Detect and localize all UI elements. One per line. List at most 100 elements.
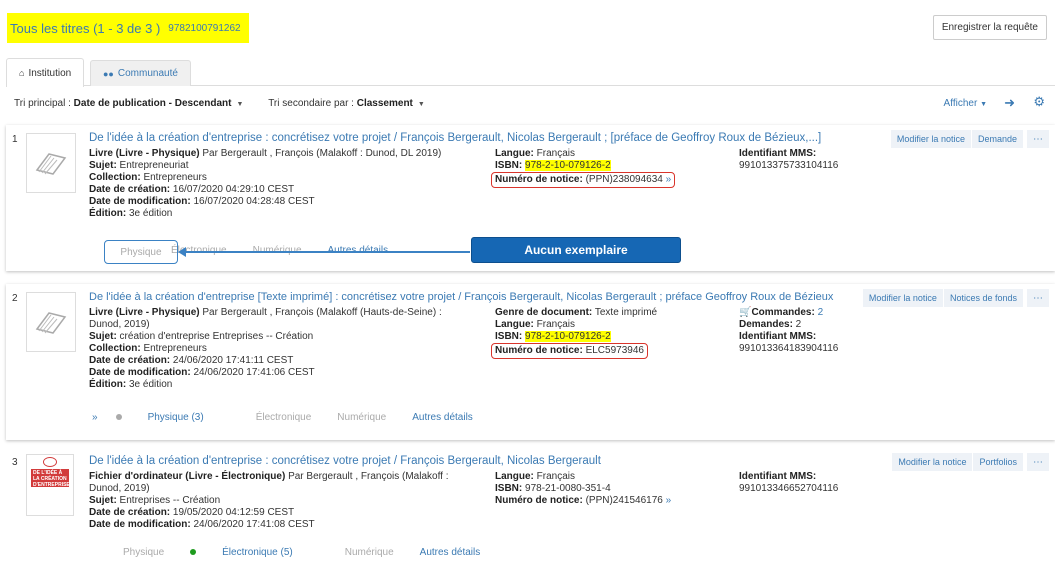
link-electronique[interactable]: Électronique (5) bbox=[190, 547, 319, 558]
commandes-link[interactable]: 2 bbox=[815, 307, 824, 318]
tab-label: Institution bbox=[28, 67, 72, 79]
users-icon: ●● bbox=[103, 68, 114, 79]
expand-icon[interactable]: » bbox=[666, 495, 672, 506]
tab-institution[interactable]: ⌂ Institution bbox=[6, 58, 85, 87]
export-icon[interactable]: ➜ bbox=[1004, 95, 1015, 111]
more-icon[interactable]: ⋯ bbox=[1027, 130, 1049, 148]
expand-icon[interactable]: » bbox=[666, 174, 672, 185]
langue-label: Langue: bbox=[495, 319, 534, 330]
langue-label: Langue: bbox=[495, 148, 534, 159]
more-icon[interactable]: ⋯ bbox=[1027, 289, 1049, 307]
chevron-down-icon[interactable]: ▼ bbox=[418, 101, 425, 108]
result-record: 2 De l'idée à la création d'entreprise [… bbox=[6, 284, 1055, 440]
tab-bar: ⌂ Institution ●● Communauté bbox=[6, 58, 1055, 87]
primary-sort-dropdown[interactable]: Date de publication - Descendant bbox=[74, 98, 232, 109]
link-numerique[interactable]: Numérique bbox=[337, 412, 386, 423]
gear-icon[interactable]: ⚙ bbox=[1033, 94, 1045, 110]
notice-label: Numéro de notice: bbox=[495, 495, 583, 506]
save-query-button[interactable]: Enregistrer la requête bbox=[932, 15, 1047, 40]
record-title-link[interactable]: De l'idée à la création d'entreprise : c… bbox=[89, 132, 821, 144]
record-details: Fichier d'ordinateur (Livre - Électroniq… bbox=[89, 471, 464, 531]
record-number: 2 bbox=[12, 293, 18, 304]
book-icon bbox=[26, 292, 76, 352]
link-physique[interactable]: Physique bbox=[123, 547, 164, 558]
record-ids: Genre de document: Texte imprimé Langue:… bbox=[491, 307, 715, 359]
edition-label: Édition: bbox=[89, 208, 127, 219]
langue-value: Français bbox=[533, 471, 576, 482]
record-number: 1 bbox=[12, 134, 18, 145]
edition-label: Édition: bbox=[89, 379, 127, 390]
mms-value: 991013346652704116 bbox=[739, 483, 839, 494]
link-physique[interactable]: Physique (3) bbox=[115, 412, 230, 423]
link-electronique[interactable]: Électronique bbox=[256, 412, 312, 423]
record-type: Livre (Livre - Physique) bbox=[89, 148, 200, 159]
chevron-down-icon: ▼ bbox=[980, 101, 987, 108]
link-autres-details[interactable]: Autres détails bbox=[412, 412, 473, 423]
link-physique[interactable]: Physique bbox=[120, 247, 161, 258]
record-details: Livre (Livre - Physique) Par Bergerault … bbox=[89, 307, 464, 391]
record-mms: Identifiant MMS: 991013375733104116 bbox=[739, 148, 899, 172]
link-autres-details[interactable]: Autres détails bbox=[420, 547, 481, 558]
edit-record-button[interactable]: Modifier la notice bbox=[892, 453, 974, 471]
page-title: Tous les titres (1 - 3 de 3 ) 9782100791… bbox=[7, 13, 249, 43]
physique-link-box[interactable]: Physique bbox=[104, 240, 178, 264]
record-actions: Modifier la notice Notices de fonds ⋯ bbox=[862, 289, 1049, 307]
demandes-label: Demandes: bbox=[739, 319, 793, 330]
creation-label: Date de création: bbox=[89, 184, 171, 195]
link-physique-label: Physique (3) bbox=[147, 412, 204, 423]
portfolios-button[interactable]: Portfolios bbox=[973, 453, 1024, 471]
record-type: Livre (Livre - Physique) bbox=[89, 307, 200, 318]
edit-record-button[interactable]: Modifier la notice bbox=[862, 289, 944, 307]
home-icon: ⌂ bbox=[19, 68, 25, 78]
record-author: Par Bergerault , François (Malakoff : Du… bbox=[199, 148, 442, 159]
genre-label: Genre de document: bbox=[495, 307, 593, 318]
chevron-down-icon[interactable]: ▼ bbox=[236, 101, 243, 108]
edit-record-button[interactable]: Modifier la notice bbox=[890, 130, 972, 148]
notice-value: (PPN)241546176 bbox=[582, 495, 663, 506]
record-mms: Identifiant MMS: 991013346652704116 bbox=[739, 471, 899, 495]
publisher-logo bbox=[43, 457, 57, 467]
afficher-dropdown[interactable]: Afficher ▼ bbox=[944, 98, 987, 109]
mms-label: Identifiant MMS: bbox=[739, 471, 817, 482]
notice-number-box: Numéro de notice: ELC5973946 bbox=[491, 343, 648, 359]
creation-label: Date de création: bbox=[89, 507, 171, 518]
arrow-left-icon bbox=[178, 247, 186, 257]
more-icon[interactable]: ⋯ bbox=[1027, 453, 1049, 471]
edition-value: 3e édition bbox=[126, 379, 173, 390]
sujet-value: création d'entreprise Entreprises -- Cré… bbox=[116, 331, 314, 342]
record-actions: Modifier la notice Demande ⋯ bbox=[890, 130, 1049, 148]
record-actions: Modifier la notice Portfolios ⋯ bbox=[892, 453, 1049, 471]
link-numerique[interactable]: Numérique bbox=[345, 547, 394, 558]
request-button[interactable]: Demande bbox=[971, 130, 1024, 148]
record-mms: 🛒Commandes: 2 Demandes: 2 Identifiant MM… bbox=[739, 307, 899, 355]
annotation-callout: Aucun exemplaire bbox=[471, 237, 681, 263]
commandes-label: Commandes: bbox=[751, 307, 815, 318]
creation-label: Date de création: bbox=[89, 355, 171, 366]
creation-value: 19/05/2020 04:12:59 CEST bbox=[170, 507, 295, 518]
mms-value: 991013364183904116 bbox=[739, 343, 839, 354]
record-ids: Langue: Français ISBN: 978-21-0080-351-4… bbox=[495, 471, 715, 507]
notice-label: Numéro de notice: bbox=[495, 345, 583, 356]
modif-value: 16/07/2020 04:28:48 CEST bbox=[190, 196, 315, 207]
inventory-links: » Physique (3) Électronique Numérique Au… bbox=[92, 412, 499, 423]
holdings-button[interactable]: Notices de fonds bbox=[943, 289, 1024, 307]
creation-value: 24/06/2020 17:41:11 CEST bbox=[170, 355, 294, 366]
notice-label: Numéro de notice: bbox=[495, 174, 583, 185]
cover-title: DE L'IDÉE À LA CRÉATION D'ENTREPRISE bbox=[31, 469, 70, 488]
edition-value: 3e édition bbox=[126, 208, 173, 219]
secondary-sort-dropdown[interactable]: Classement bbox=[357, 98, 413, 109]
result-record: 3 DE L'IDÉE À LA CRÉATION D'ENTREPRISE D… bbox=[6, 448, 1055, 570]
expand-chevron-icon[interactable]: » bbox=[92, 412, 98, 423]
tab-communaute[interactable]: ●● Communauté bbox=[90, 60, 191, 86]
mms-label: Identifiant MMS: bbox=[739, 331, 817, 342]
record-title-link[interactable]: De l'idée à la création d'entreprise [Te… bbox=[89, 291, 833, 303]
isbn-label: ISBN: bbox=[495, 160, 523, 171]
mms-value: 991013375733104116 bbox=[739, 160, 839, 171]
record-title-link[interactable]: De l'idée à la création d'entreprise : c… bbox=[89, 455, 601, 467]
isbn-value: 978-21-0080-351-4 bbox=[522, 483, 611, 494]
sort-bar: Tri principal : Date de publication - De… bbox=[14, 98, 425, 109]
collection-value: Entrepreneurs bbox=[140, 343, 207, 354]
langue-value: Français bbox=[533, 319, 576, 330]
status-dot-icon bbox=[190, 549, 197, 556]
secondary-sort-label: Tri secondaire par : bbox=[268, 98, 357, 109]
